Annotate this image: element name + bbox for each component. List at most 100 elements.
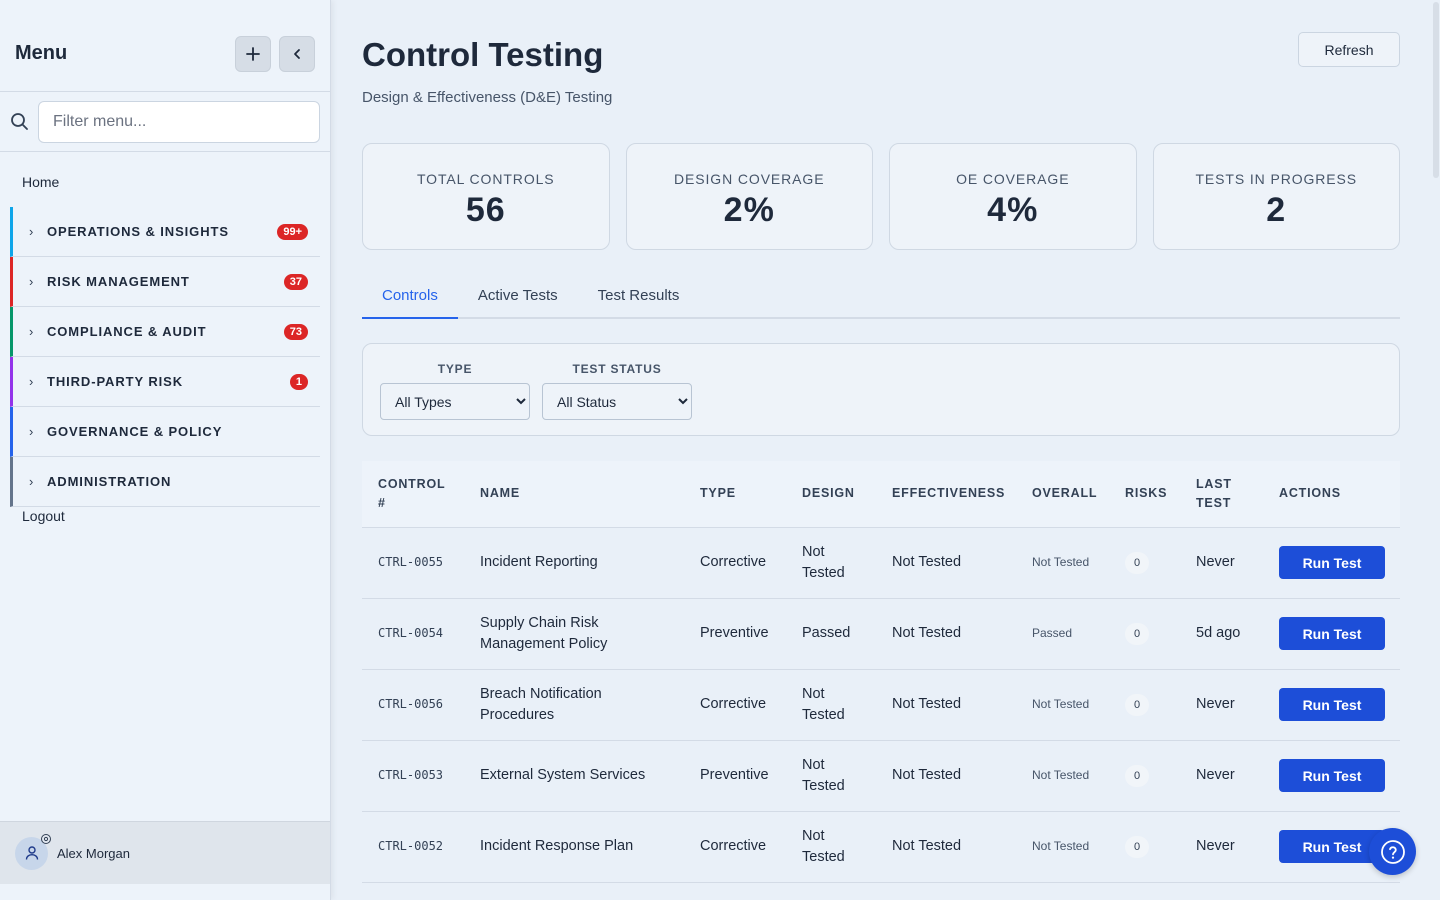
notification-badge: 99+ <box>277 223 308 240</box>
status-filter: TEST STATUS All Status <box>542 362 692 420</box>
table-header-row: CONTROL # NAME TYPE DESIGN EFFECTIVENESS OVER… <box>362 461 1400 527</box>
table-row[interactable]: CTRL-0054 Supply Chain Risk Management Po… <box>362 598 1400 669</box>
page-scrollbar[interactable] <box>1432 0 1440 900</box>
table-row[interactable]: CTRL-0055 Incident Reporting Corrective Not… <box>362 527 1400 598</box>
control-id: CTRL-0054 <box>378 626 444 640</box>
question-circle-icon <box>1380 839 1405 864</box>
controls-table-container: CONTROL # NAME TYPE DESIGN EFFECTIVENESS OVER… <box>362 461 1400 883</box>
risks-cell: 0 <box>1109 740 1180 811</box>
table-row[interactable]: CTRL-0053 External System Services Prevent… <box>362 740 1400 811</box>
column-header-name[interactable]: NAME <box>464 461 684 527</box>
tab-bar: Controls Active Tests Test Results <box>362 275 1400 319</box>
avatar[interactable] <box>15 833 51 870</box>
sidebar-section-administration[interactable]: › ADMINISTRATION <box>10 457 320 507</box>
control-type: Corrective <box>700 554 767 570</box>
run-test-button[interactable]: Run Test <box>1279 759 1385 792</box>
stat-card: DESIGN COVERAGE 2% <box>625 143 873 250</box>
effectiveness-status: Not Tested <box>892 696 962 712</box>
control-type: Corrective <box>700 696 767 712</box>
scrollbar-thumb[interactable] <box>1433 2 1439 178</box>
tab-controls[interactable]: Controls <box>362 275 458 319</box>
risk-count-badge: 0 <box>1125 764 1149 787</box>
run-test-button[interactable]: Run Test <box>1279 546 1385 579</box>
column-header-last-test[interactable]: LAST TEST <box>1180 461 1263 527</box>
table-row[interactable]: CTRL-0052 Incident Response Plan Correctiv… <box>362 811 1400 882</box>
control-type: Corrective <box>700 838 767 854</box>
column-header-type[interactable]: TYPE <box>684 461 786 527</box>
user-name: Alex Morgan <box>57 845 130 861</box>
table-body: CTRL-0055 Incident Reporting Corrective Not… <box>362 527 1400 882</box>
sidebar-section-label: COMPLIANCE & AUDIT <box>47 324 207 339</box>
sidebar-section-label: THIRD-PARTY RISK <box>47 374 183 389</box>
filter-panel: TYPE All Types TEST STATUS All Status <box>362 343 1400 436</box>
plus-icon <box>246 47 260 61</box>
run-test-button[interactable]: Run Test <box>1279 688 1385 721</box>
notification-badge: 37 <box>283 273 308 290</box>
effectiveness-status: Not Tested <box>892 625 962 641</box>
stat-label: OE COVERAGE <box>956 171 1070 187</box>
column-header-actions[interactable]: ACTIONS <box>1263 461 1400 527</box>
column-header-control-number[interactable]: CONTROL # <box>362 461 464 527</box>
search-icon <box>11 113 28 130</box>
filter-menu-input[interactable] <box>38 101 320 143</box>
risk-count-badge: 0 <box>1125 693 1149 716</box>
user-profile[interactable]: Alex Morgan <box>0 821 330 884</box>
control-id: CTRL-0056 <box>378 697 444 711</box>
column-header-overall[interactable]: OVERALL <box>1016 461 1109 527</box>
help-button[interactable] <box>1369 828 1416 875</box>
risk-count-badge: 0 <box>1125 622 1149 645</box>
gear-icon <box>41 833 51 844</box>
stat-value: 56 <box>465 191 506 229</box>
page-title: Control Testing <box>362 36 604 73</box>
last-test: Never <box>1196 767 1235 783</box>
sidebar-sections: › OPERATIONS & INSIGHTS 99+ › RISK MANAGEMEN… <box>10 207 320 507</box>
stat-value: 2 <box>1266 191 1287 229</box>
control-name: Breach Notification Procedures <box>480 685 602 723</box>
sidebar-section-compliance-audit[interactable]: › COMPLIANCE & AUDIT 73 <box>10 307 320 357</box>
tab-active-tests[interactable]: Active Tests <box>458 275 578 319</box>
run-test-button[interactable]: Run Test <box>1279 617 1385 650</box>
refresh-button[interactable]: Refresh <box>1298 32 1400 67</box>
control-type: Preventive <box>700 625 769 641</box>
page-subtitle: Design & Effectiveness (D&E) Testing <box>362 89 613 106</box>
overall-status: Not Tested <box>1032 839 1090 853</box>
sidebar-section-operations-insights[interactable]: › OPERATIONS & INSIGHTS 99+ <box>10 207 320 257</box>
design-status: Passed <box>802 625 851 641</box>
type-filter: TYPE All Types <box>380 362 530 420</box>
column-header-design[interactable]: DESIGN <box>786 461 876 527</box>
actions-cell: Run Test <box>1263 598 1400 669</box>
sidebar-section-risk-management[interactable]: › RISK MANAGEMENT 37 <box>10 257 320 307</box>
sidebar-header: Menu <box>0 0 330 92</box>
type-select[interactable]: All Types <box>380 383 530 420</box>
control-id: CTRL-0052 <box>378 839 444 853</box>
risks-cell: 0 <box>1109 527 1180 598</box>
status-select[interactable]: All Status <box>542 383 692 420</box>
add-button[interactable] <box>235 36 271 72</box>
control-name: External System Services <box>480 767 646 783</box>
sidebar-section-label: GOVERNANCE & POLICY <box>47 424 223 439</box>
design-status: Not Tested <box>802 827 845 865</box>
column-header-effectiveness[interactable]: EFFECTIVENESS <box>876 461 1016 527</box>
sidebar-section-third-party-risk[interactable]: › THIRD-PARTY RISK 1 <box>10 357 320 407</box>
chevron-right-icon: › <box>29 474 34 489</box>
sidebar-item-home[interactable]: Home <box>22 174 59 190</box>
control-name: Incident Reporting <box>480 554 598 570</box>
table-row[interactable]: CTRL-0056 Breach Notification Procedures C… <box>362 669 1400 740</box>
design-status: Not Tested <box>802 756 845 794</box>
table-header: CONTROL # NAME TYPE DESIGN EFFECTIVENESS OVER… <box>362 461 1400 527</box>
chevron-right-icon: › <box>29 224 34 239</box>
stat-card: TESTS IN PROGRESS 2 <box>1152 143 1400 250</box>
controls-table: CONTROL # NAME TYPE DESIGN EFFECTIVENESS OVER… <box>362 461 1400 883</box>
overall-status: Passed <box>1032 626 1073 640</box>
stat-value: 4% <box>987 191 1039 229</box>
tab-test-results[interactable]: Test Results <box>578 275 700 319</box>
overall-status: Not Tested <box>1032 555 1090 569</box>
collapse-sidebar-button[interactable] <box>279 36 315 72</box>
column-header-risks[interactable]: RISKS <box>1109 461 1180 527</box>
actions-cell: Run Test <box>1263 669 1400 740</box>
actions-cell: Run Test <box>1263 527 1400 598</box>
effectiveness-status: Not Tested <box>892 554 962 570</box>
logout-link[interactable]: Logout <box>22 508 65 524</box>
sidebar-section-governance-policy[interactable]: › GOVERNANCE & POLICY <box>10 407 320 457</box>
stat-label: TESTS IN PROGRESS <box>1195 171 1358 187</box>
